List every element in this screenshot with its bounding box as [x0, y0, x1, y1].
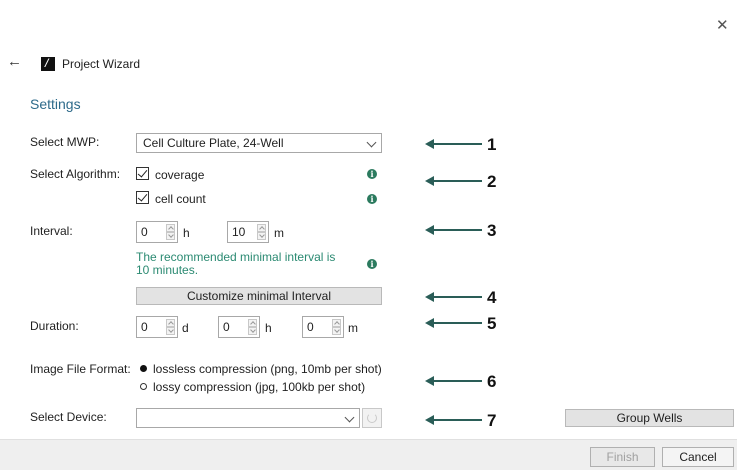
refresh-icon[interactable] — [362, 408, 382, 428]
mwp-label: Select MWP: — [30, 135, 100, 149]
callout-arrow-line — [432, 180, 482, 182]
interval-minutes-unit: m — [274, 226, 284, 240]
app-logo-icon: / — [41, 57, 55, 71]
lossless-label: lossless compression (png, 10mb per shot… — [153, 362, 382, 376]
chevron-down-icon — [366, 137, 377, 148]
finish-button[interactable]: Finish — [590, 447, 655, 467]
chevron-down-icon — [344, 412, 355, 423]
cell-count-label: cell count — [155, 192, 206, 206]
customize-interval-button[interactable]: Customize minimal Interval — [136, 287, 382, 305]
callout-arrow-line — [432, 296, 482, 298]
cell-count-info-icon[interactable]: i — [367, 194, 377, 204]
back-arrow-icon[interactable]: ← — [7, 54, 22, 69]
wizard-title: Project Wizard — [62, 57, 141, 71]
callout-4: 4 — [487, 288, 497, 307]
lossy-radio[interactable] — [140, 383, 147, 390]
duration-hours-unit: h — [265, 321, 272, 335]
section-title: Settings — [30, 96, 81, 112]
duration-minutes-unit: m — [348, 321, 358, 335]
interval-minutes-input[interactable]: 10 — [227, 221, 269, 243]
callout-arrow-line — [432, 322, 482, 324]
callout-3: 3 — [487, 221, 497, 240]
interval-hours-unit: h — [183, 226, 190, 240]
interval-info-icon[interactable]: i — [367, 259, 377, 269]
callout-2: 2 — [487, 172, 497, 191]
spin-down-icon[interactable] — [332, 327, 341, 335]
interval-label: Interval: — [30, 224, 73, 238]
mwp-select-value: Cell Culture Plate, 24-Well — [143, 136, 284, 150]
callout-1: 1 — [487, 135, 497, 154]
coverage-info-icon[interactable]: i — [367, 169, 377, 179]
spin-down-icon[interactable] — [166, 232, 175, 240]
device-label: Select Device: — [30, 410, 107, 424]
device-select[interactable] — [136, 408, 360, 428]
duration-days-input[interactable]: 0 — [136, 316, 178, 338]
lossy-label: lossy compression (jpg, 100kb per shot) — [153, 380, 366, 394]
spin-down-icon[interactable] — [248, 327, 257, 335]
callout-arrow-line — [432, 419, 482, 421]
spin-down-icon[interactable] — [257, 232, 266, 240]
cancel-button[interactable]: Cancel — [662, 447, 734, 467]
interval-hint: The recommended minimal interval is 10 m… — [136, 250, 336, 277]
callout-arrow-line — [432, 229, 482, 231]
interval-hours-input[interactable]: 0 — [136, 221, 178, 243]
callout-arrow-line — [432, 143, 482, 145]
callout-6: 6 — [487, 372, 497, 391]
spin-down-icon[interactable] — [166, 327, 175, 335]
algorithm-label: Select Algorithm: — [30, 167, 121, 181]
duration-days-unit: d — [182, 321, 189, 335]
coverage-label: coverage — [155, 168, 205, 182]
callout-arrow-line — [432, 380, 482, 382]
coverage-checkbox[interactable] — [136, 167, 149, 180]
mwp-select[interactable]: Cell Culture Plate, 24-Well — [136, 133, 382, 153]
duration-label: Duration: — [30, 319, 79, 333]
group-wells-button[interactable]: Group Wells — [565, 409, 734, 427]
callout-7: 7 — [487, 411, 497, 430]
lossless-radio[interactable] — [140, 365, 147, 372]
duration-hours-input[interactable]: 0 — [218, 316, 260, 338]
callout-5: 5 — [487, 314, 497, 333]
image-format-label: Image File Format: — [30, 362, 131, 376]
duration-minutes-input[interactable]: 0 — [302, 316, 344, 338]
cell-count-checkbox[interactable] — [136, 191, 149, 204]
close-icon[interactable]: ✕ — [716, 18, 729, 33]
